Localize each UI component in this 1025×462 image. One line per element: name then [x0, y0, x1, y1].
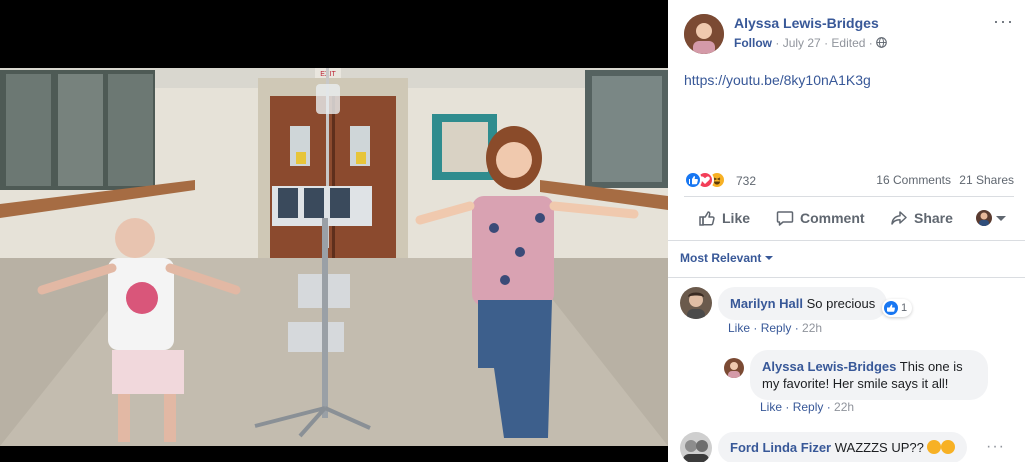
like-label: Like [722, 210, 751, 226]
author-name[interactable]: Alyssa Lewis-Bridges [734, 15, 879, 31]
thumbs-up-icon [699, 211, 715, 226]
reaction-count: 732 [736, 174, 757, 188]
sort-label: Most Relevant [680, 251, 762, 265]
more-icon[interactable]: ··· [986, 438, 1005, 456]
share-label: Share [914, 210, 953, 226]
avatar [976, 210, 992, 226]
like-reaction-icon [884, 301, 898, 315]
chevron-down-icon [765, 256, 774, 260]
meta-separator: · [868, 36, 873, 50]
commenter-name[interactable]: Marilyn Hall [730, 296, 803, 311]
author-avatar[interactable] [684, 14, 724, 54]
react-as-selector[interactable] [976, 204, 1006, 232]
commenter-avatar[interactable] [680, 432, 712, 462]
share-button[interactable]: Share [890, 204, 953, 232]
comment-button[interactable]: Comment [776, 204, 865, 232]
post-link[interactable]: https://youtu.be/8ky10nA1K3g [684, 72, 871, 88]
comment-text: So precious [806, 296, 876, 311]
comment-time[interactable]: 22h [834, 400, 854, 414]
post-stats: 732 16 Comments 21 Shares [684, 170, 1014, 190]
follow-link[interactable]: Follow [734, 36, 772, 50]
laughing-emoji-icon [941, 440, 956, 454]
comment-reply-link[interactable]: Reply [793, 400, 824, 414]
laughing-emoji-icon [927, 440, 942, 454]
comment-icon [776, 211, 794, 226]
post-header: Alyssa Lewis-Bridges Follow · July 27 · … [684, 12, 1014, 56]
post-photo[interactable]: EXIT [0, 68, 668, 446]
comment-like-link[interactable]: Like [760, 400, 782, 414]
comment-reply: Alyssa Lewis-Bridges This one is my favo… [724, 350, 1020, 420]
like-button[interactable]: Like [698, 204, 750, 232]
comment-text: WAZZZS UP?? [834, 440, 924, 455]
post-date[interactable]: July 27 [783, 36, 821, 50]
edited-label[interactable]: Edited [831, 36, 865, 50]
commenter-avatar[interactable] [724, 358, 744, 378]
divider [684, 196, 1014, 197]
comments-count[interactable]: 16 Comments [876, 173, 951, 187]
share-icon [891, 211, 907, 225]
reaction-count: 1 [901, 302, 908, 314]
photo-viewer[interactable]: EXIT [0, 0, 668, 462]
comment: Ford Linda Fizer WAZZZS UP?? ··· [680, 432, 1020, 462]
divider [668, 277, 1025, 278]
more-icon[interactable]: ··· [993, 12, 1014, 30]
comment-actions: Like · Reply · 22h [760, 400, 855, 414]
commenter-name[interactable]: Alyssa Lewis-Bridges [762, 359, 896, 374]
comment-bubble: Marilyn Hall So precious [718, 287, 888, 320]
comment: Marilyn Hall So precious 1 Like · Reply … [680, 287, 1020, 343]
comment-actions: Like · Reply · 22h [728, 321, 823, 335]
comment-bubble: Alyssa Lewis-Bridges This one is my favo… [750, 350, 988, 400]
comment-reaction-badge[interactable]: 1 [882, 299, 913, 317]
post-actions: Like Comment Share [684, 200, 1014, 236]
globe-icon[interactable] [876, 37, 887, 48]
comment-bubble: Ford Linda Fizer WAZZZS UP?? [718, 432, 968, 462]
like-reaction-icon [684, 171, 702, 189]
comment-sort-dropdown[interactable]: Most Relevant [680, 251, 774, 265]
comment-reply-link[interactable]: Reply [761, 321, 792, 335]
commenter-name[interactable]: Ford Linda Fizer [730, 440, 831, 455]
meta-separator: · [824, 36, 829, 50]
comment-label: Comment [800, 210, 865, 226]
shares-count[interactable]: 21 Shares [959, 173, 1014, 187]
post-meta: Follow · July 27 · Edited · [734, 36, 887, 50]
post-sidebar: Alyssa Lewis-Bridges Follow · July 27 · … [668, 0, 1025, 462]
photo-scene: EXIT [0, 68, 668, 446]
chevron-down-icon [996, 215, 1006, 221]
comment-like-link[interactable]: Like [728, 321, 750, 335]
meta-separator: · [775, 36, 780, 50]
commenter-avatar[interactable] [680, 287, 712, 319]
comment-time[interactable]: 22h [802, 321, 822, 335]
divider [668, 240, 1025, 241]
